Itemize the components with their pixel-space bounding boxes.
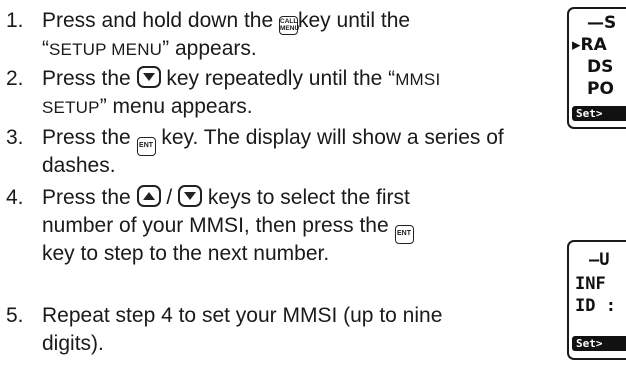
step-number: 1. <box>6 9 24 32</box>
set-softkey: Set> <box>572 336 626 351</box>
menu-name: SETUP <box>42 98 100 117</box>
step-text: Press the / keys to select the first num… <box>42 184 414 268</box>
lcd-row: ▸RA <box>572 35 607 55</box>
down-arrow-key-icon <box>178 185 203 207</box>
lcd-display-mmsi-input: —U INF ID : Set> <box>567 240 626 360</box>
lcd-row: DS <box>587 57 614 77</box>
menu-name: MMSI <box>395 70 441 89</box>
lcd-row: PO <box>587 79 614 99</box>
lcd-row: INF <box>575 274 606 294</box>
text: Press and hold down the <box>42 9 279 32</box>
call-menu-key-icon: CALL MENU <box>279 16 299 35</box>
up-arrow-key-icon <box>136 185 161 207</box>
lcd-row: —U <box>589 250 610 270</box>
lcd-row: ID : <box>575 296 616 316</box>
menu-name: SETUP MENU <box>49 40 163 59</box>
lcd-row: —S <box>587 13 617 33</box>
step-text: Press the ENT key. The display will show… <box>42 126 504 177</box>
step-text: Press the key repeatedly until the “MMSI… <box>42 66 441 118</box>
lcd-display-setup-menu: —S ▸RA DS PO Set> <box>567 7 626 129</box>
step-text: Repeat step 4 to set your MMSI (up to ni… <box>42 304 443 355</box>
ent-key-icon: ENT <box>136 137 156 156</box>
step-number: 5. <box>6 304 24 327</box>
step-number: 4. <box>6 186 24 209</box>
step-text: Press and hold down the CALL MENU key unti… <box>42 9 411 60</box>
set-softkey: Set> <box>572 106 626 121</box>
step-number: 3. <box>6 126 24 149</box>
down-arrow-key-icon <box>136 66 161 88</box>
step-number: 2. <box>6 67 24 90</box>
ent-key-icon: ENT <box>394 225 414 244</box>
text: key until the <box>298 9 411 32</box>
